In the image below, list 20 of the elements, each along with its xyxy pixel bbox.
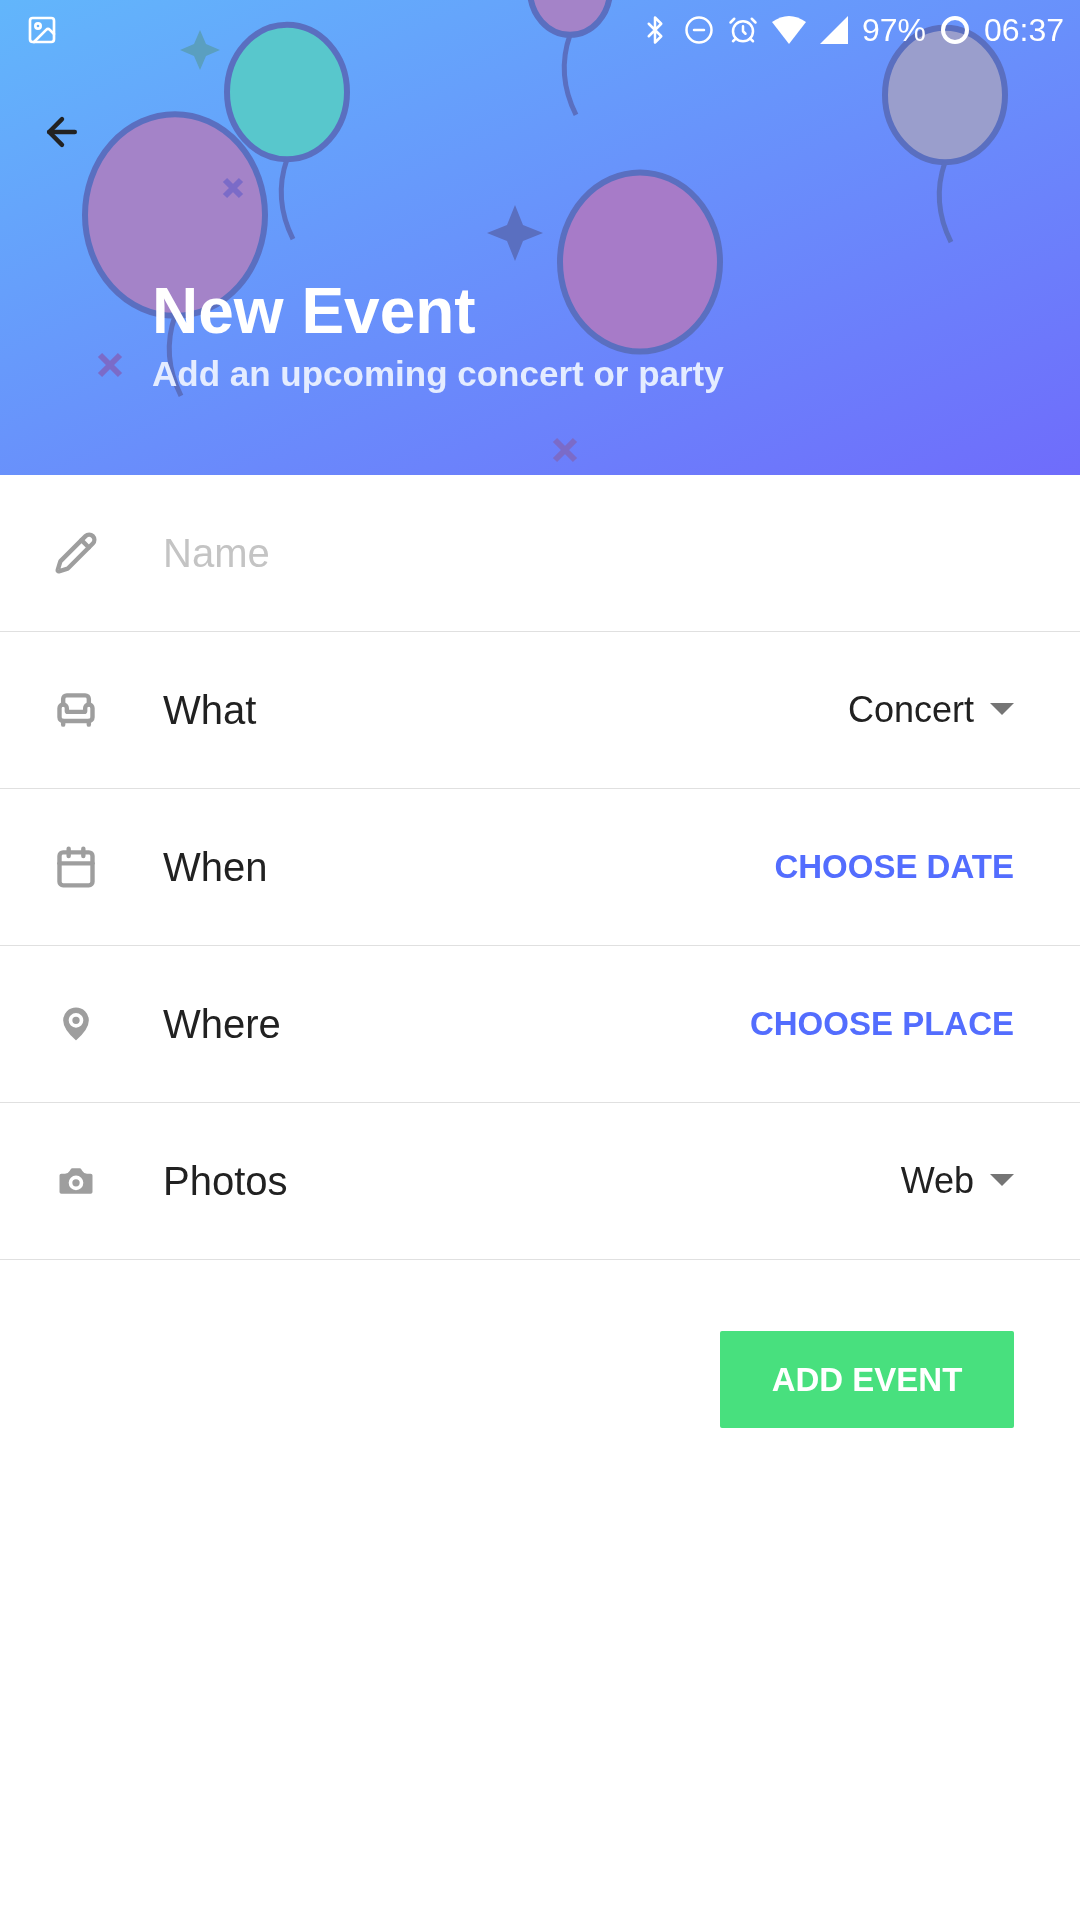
clock-time: 06:37 xyxy=(983,11,1064,49)
alarm-icon xyxy=(727,15,758,45)
choose-button[interactable]: CHOOSE DATE xyxy=(774,848,1014,886)
do-not-disturb-icon xyxy=(683,15,714,45)
field-label: Where xyxy=(163,1001,282,1047)
wifi-icon xyxy=(771,16,806,44)
field-label: When xyxy=(163,844,269,890)
image-icon xyxy=(26,14,58,46)
page-title: New Event xyxy=(152,274,476,348)
battery-icon xyxy=(939,15,970,45)
field-label: Photos xyxy=(163,1158,289,1204)
caret-icon xyxy=(990,1174,1014,1188)
field-label: What xyxy=(163,687,258,733)
page-subtitle: Add an upcoming concert or party xyxy=(152,354,724,394)
choose-button[interactable]: CHOOSE PLACE xyxy=(749,1005,1014,1043)
dropdown[interactable]: Web xyxy=(900,1160,1014,1202)
signal-icon xyxy=(819,16,848,44)
dropdown[interactable]: Concert xyxy=(847,689,1014,731)
battery-percentage: 97% xyxy=(861,11,926,49)
caret-icon xyxy=(990,703,1014,717)
